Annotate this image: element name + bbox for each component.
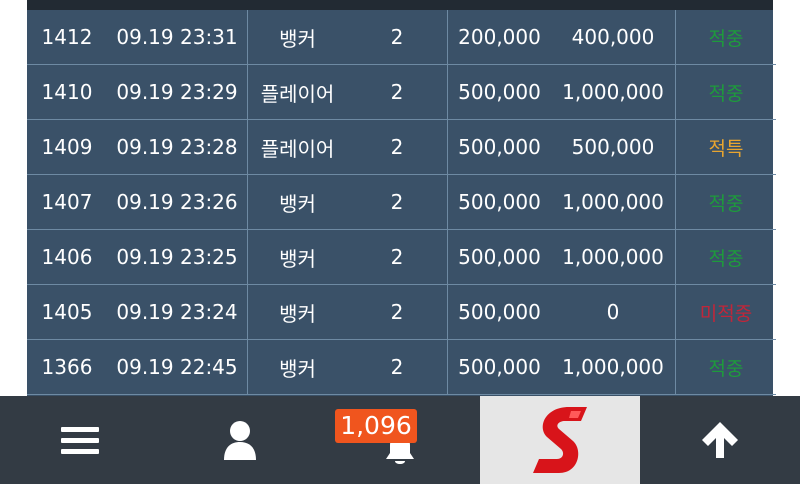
result-cell: 적중 <box>675 339 776 395</box>
user-button[interactable] <box>160 396 320 484</box>
bet-id-cell: 1366 <box>27 339 107 395</box>
bet-id-cell: 1409 <box>27 119 107 175</box>
table-row: 1412 09.19 23:31 뱅커 2 200,000 400,000 적중 <box>27 10 776 65</box>
table-row: 1407 09.19 23:26 뱅커 2 500,000 1,000,000 적중 <box>27 174 776 230</box>
bet-odds-cell: 2 <box>347 229 448 285</box>
page: 1412 09.19 23:31 뱅커 2 200,000 400,000 적중 1410 09… <box>0 0 800 484</box>
bet-id-cell: 1405 <box>27 284 107 340</box>
win-amount-cell: 0 <box>551 284 676 340</box>
bet-odds-cell: 2 <box>347 64 448 120</box>
bet-odds-cell: 2 <box>347 174 448 230</box>
bet-pick-cell: 뱅커 <box>247 174 347 230</box>
bet-id-cell: 1406 <box>27 229 107 285</box>
bet-time-cell: 09.19 23:31 <box>107 10 248 65</box>
win-amount-cell: 1,000,000 <box>551 174 676 230</box>
bet-time-cell: 09.19 23:29 <box>107 64 248 120</box>
bet-amount-cell: 500,000 <box>447 284 551 340</box>
win-amount-cell: 1,000,000 <box>551 229 676 285</box>
result-cell: 적중 <box>675 64 776 120</box>
bet-amount-cell: 500,000 <box>447 64 551 120</box>
result-cell: 미적중 <box>675 284 776 340</box>
bet-time-cell: 09.19 23:26 <box>107 174 248 230</box>
bet-amount-cell: 500,000 <box>447 229 551 285</box>
bet-time-cell: 09.19 23:25 <box>107 229 248 285</box>
bet-id-cell: 1410 <box>27 64 107 120</box>
bet-time-cell: 09.19 23:28 <box>107 119 248 175</box>
bet-history-table: 1412 09.19 23:31 뱅커 2 200,000 400,000 적중 1410 09… <box>27 0 776 396</box>
table-row: 1410 09.19 23:29 플레이어 2 500,000 1,000,000 적중 <box>27 64 776 120</box>
result-cell: 적특 <box>675 119 776 175</box>
bet-amount-cell: 500,000 <box>447 119 551 175</box>
win-amount-cell: 1,000,000 <box>551 64 676 120</box>
bet-odds-cell: 2 <box>347 339 448 395</box>
bet-amount-cell: 500,000 <box>447 174 551 230</box>
bet-pick-cell: 뱅커 <box>247 339 347 395</box>
bet-rows: 1412 09.19 23:31 뱅커 2 200,000 400,000 적중 1410 09… <box>27 10 776 395</box>
bet-amount-cell: 500,000 <box>447 339 551 395</box>
menu-icon <box>61 425 99 455</box>
bet-id-cell: 1412 <box>27 10 107 65</box>
table-row: 1366 09.19 22:45 뱅커 2 500,000 1,000,000 적중 <box>27 339 776 395</box>
bet-pick-cell: 플레이어 <box>247 119 347 175</box>
table-header-band <box>27 0 773 10</box>
site-logo-button[interactable] <box>480 396 640 484</box>
bet-pick-cell: 플레이어 <box>247 64 347 120</box>
bet-amount-cell: 200,000 <box>447 10 551 65</box>
bet-pick-cell: 뱅커 <box>247 284 347 340</box>
bet-odds-cell: 2 <box>347 10 448 65</box>
bet-pick-cell: 뱅커 <box>247 10 347 65</box>
bet-history-grid: 1412 09.19 23:31 뱅커 2 200,000 400,000 적중 1410 09… <box>27 10 776 395</box>
result-cell: 적중 <box>675 229 776 285</box>
bet-time-cell: 09.19 22:45 <box>107 339 248 395</box>
bet-odds-cell: 2 <box>347 284 448 340</box>
arrow-up-icon <box>702 422 738 458</box>
user-icon <box>224 421 256 460</box>
result-cell: 적중 <box>675 10 776 65</box>
bet-time-cell: 09.19 23:24 <box>107 284 248 340</box>
table-row: 1406 09.19 23:25 뱅커 2 500,000 1,000,000 적중 <box>27 229 776 285</box>
scroll-top-button[interactable] <box>640 396 800 484</box>
site-logo <box>533 407 587 473</box>
menu-button[interactable] <box>0 396 160 484</box>
table-row: 1405 09.19 23:24 뱅커 2 500,000 0 미적중 <box>27 284 776 340</box>
win-amount-cell: 1,000,000 <box>551 339 676 395</box>
notification-count-badge: 1,096 <box>335 409 417 443</box>
win-amount-cell: 400,000 <box>551 10 676 65</box>
win-amount-cell: 500,000 <box>551 119 676 175</box>
bet-odds-cell: 2 <box>347 119 448 175</box>
table-row: 1409 09.19 23:28 플레이어 2 500,000 500,000 적특 <box>27 119 776 175</box>
bet-id-cell: 1407 <box>27 174 107 230</box>
result-cell: 적중 <box>675 174 776 230</box>
bet-pick-cell: 뱅커 <box>247 229 347 285</box>
